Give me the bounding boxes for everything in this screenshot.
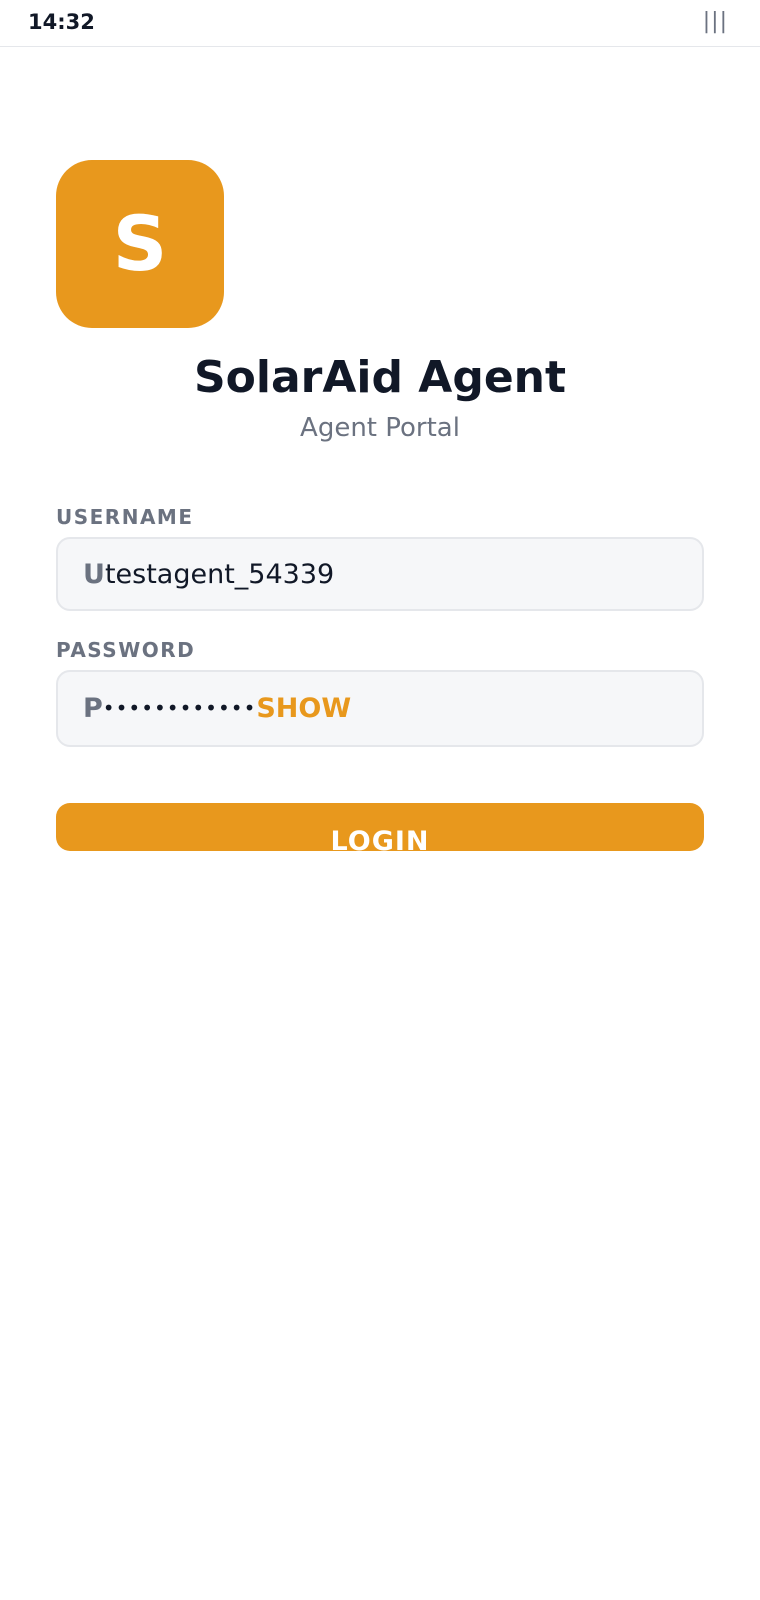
username-value[interactable]: testagent_54339 [105,559,334,590]
password-field[interactable]: P •••••••••••• SHOW [56,670,704,747]
app-title: SolarAid Agent [193,352,567,403]
status-time: 14:32 [28,10,95,34]
username-label: USERNAME [56,505,194,529]
login-screen: 14:32 ||| S SolarAid Agent Agent Portal … [0,0,760,1600]
show-password-toggle[interactable]: SHOW [256,693,351,724]
app-logo-letter: S [112,198,168,288]
username-field[interactable]: U testagent_54339 [56,537,704,611]
password-label: PASSWORD [56,638,196,662]
status-bar: 14:32 ||| [0,0,760,47]
menu-icon[interactable]: ||| [703,9,728,34]
username-prefix-icon: U [83,558,105,590]
password-value[interactable]: •••••••••••• [103,696,257,720]
app-logo: S [56,160,224,328]
login-button-label: LOGIN [330,826,430,851]
password-prefix-icon: P [83,693,103,724]
app-subtitle: Agent Portal [300,413,460,443]
login-button[interactable]: LOGIN [56,803,704,851]
